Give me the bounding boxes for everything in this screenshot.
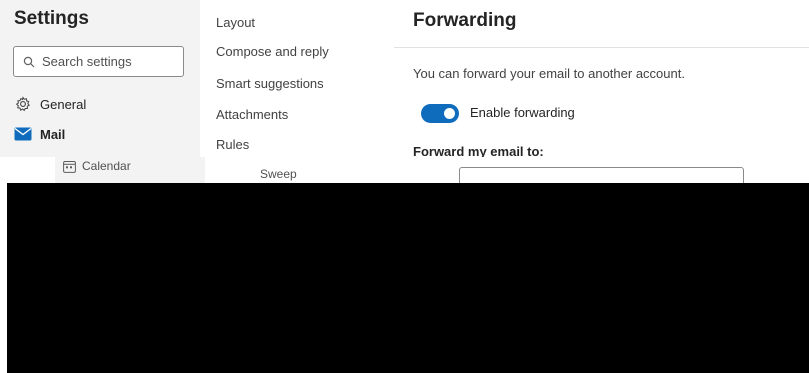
- submenu-item-rules[interactable]: Rules: [216, 137, 249, 152]
- nav-item-calendar-label: Calendar: [82, 159, 131, 173]
- redacted-region: [7, 183, 809, 373]
- nav-item-mail-label: Mail: [40, 126, 66, 142]
- nav-item-general[interactable]: General: [14, 95, 86, 113]
- settings-sidebar: Settings General Mail: [0, 0, 200, 157]
- submenu-item-layout[interactable]: Layout: [216, 15, 255, 30]
- gear-icon: [14, 95, 32, 113]
- nav-item-calendar[interactable]: Calendar: [62, 159, 131, 173]
- settings-title: Settings: [14, 8, 89, 29]
- submenu-item-attachments[interactable]: Attachments: [216, 107, 288, 122]
- mail-icon: [14, 125, 32, 143]
- search-icon: [22, 55, 36, 69]
- forward-email-input[interactable]: [459, 167, 744, 183]
- enable-forwarding-label: Enable forwarding: [470, 105, 575, 120]
- search-input[interactable]: [42, 54, 172, 69]
- toggle-knob: [444, 108, 455, 119]
- nav-item-general-label: General: [40, 96, 87, 112]
- nav-item-mail[interactable]: Mail: [14, 125, 65, 143]
- enable-forwarding-toggle[interactable]: [421, 104, 459, 123]
- forwarding-description: You can forward your email to another ac…: [413, 66, 685, 81]
- shifted-strip: Calendar Sweep: [0, 157, 809, 183]
- submenu-item-compose[interactable]: Compose and reply: [216, 44, 329, 59]
- submenu-item-smart-suggestions[interactable]: Smart suggestions: [216, 76, 324, 91]
- forwarding-panel: Forwarding You can forward your email to…: [394, 0, 809, 159]
- search-box[interactable]: [13, 46, 184, 77]
- mail-submenu: Layout Compose and reply Smart suggestio…: [200, 0, 394, 157]
- calendar-icon: [62, 159, 76, 173]
- submenu-item-sweep[interactable]: Sweep: [260, 167, 297, 181]
- page-title: Forwarding: [413, 10, 517, 31]
- divider: [394, 47, 809, 48]
